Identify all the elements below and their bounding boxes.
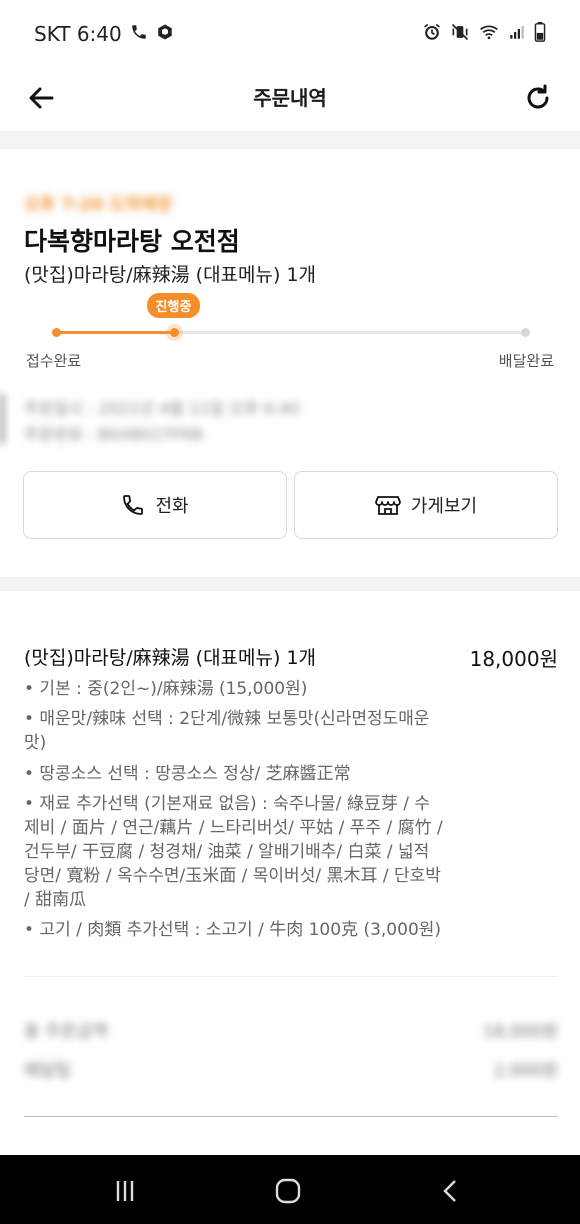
progress-current-dot — [169, 328, 179, 337]
status-right — [422, 22, 546, 46]
status-badge: 진행중 — [146, 293, 201, 318]
order-number: 주문번호 : B0XB01TFRB — [24, 425, 203, 444]
separator — [24, 1116, 558, 1117]
home-button[interactable] — [270, 1173, 306, 1209]
status-left: SKT 6:40 — [34, 22, 174, 46]
wifi-icon — [478, 22, 500, 46]
order-date: 주문일시 : 2021년 4월 11일 오후 6:40 — [24, 399, 300, 418]
mute-vibrate-icon — [450, 22, 470, 46]
recent-apps-button[interactable] — [107, 1173, 143, 1209]
eta-text: 오후 7:20 도착예정 — [24, 195, 172, 215]
store-name: 다복향마라탕 오전점 — [24, 227, 240, 256]
phone-icon — [123, 495, 144, 515]
home-icon — [275, 1178, 301, 1204]
chevron-left-icon — [443, 1180, 456, 1202]
option-line: • 고기 / 肉類 추가선택 : 소고기 / 牛肉 100克 (3,000원) — [24, 920, 442, 940]
option-line: • 땅콩소스 선택 : 땅콩소스 정상/ 芝麻醬正常 — [24, 764, 351, 784]
section-divider — [0, 577, 580, 591]
alarm-icon — [422, 22, 442, 46]
progress-track — [52, 328, 530, 337]
system-nav-bar — [0, 1155, 580, 1224]
recent-apps-icon — [116, 1181, 134, 1201]
system-back-button[interactable] — [432, 1173, 468, 1209]
store-view-button[interactable]: 가게보기 — [294, 471, 558, 539]
option-line: • 재료 추가선택 (기본재료 없음) : 숙주나물/ 綠豆芽 / 수제비 / … — [24, 794, 443, 910]
item-name: (맛집)마라탕/麻辣湯 (대표메뉴) 1개 — [24, 647, 317, 669]
progress-fill — [56, 331, 174, 334]
delivery-fee-row: 배달팁 2,000원 — [24, 1056, 558, 1081]
phone-icon — [130, 22, 148, 46]
delivery-fee-value: 2,000원 — [493, 1061, 558, 1081]
meta-accent-bar — [0, 394, 4, 444]
option-line: • 매운맛/辣味 선택 : 2단계/微辣 보통맛(신라면정도매운맛) — [24, 709, 430, 753]
cube-icon — [156, 22, 174, 46]
option-line: • 기본 : 중(2인~)/麻辣湯 (15,000원) — [24, 679, 308, 699]
separator — [24, 976, 558, 977]
refresh-button[interactable] — [520, 80, 556, 116]
order-summary: (맛집)마라탕/麻辣湯 (대표메뉴) 1개 — [24, 264, 317, 286]
call-button-label: 전화 — [155, 496, 189, 517]
status-bar: SKT 6:40 — [0, 0, 580, 68]
carrier-time: SKT 6:40 — [34, 22, 122, 46]
order-total-label: 총 주문금액 — [24, 1022, 108, 1042]
order-total-row: 총 주문금액 18,000원 — [24, 1017, 558, 1042]
signal-icon — [508, 23, 526, 45]
delivery-fee-label: 배달팁 — [24, 1061, 71, 1081]
section-divider — [0, 131, 580, 149]
app-header: 주문내역 — [0, 68, 580, 130]
step-label-start: 접수완료 — [26, 352, 82, 370]
step-label-end: 배달완료 — [498, 352, 554, 370]
call-button[interactable]: 전화 — [23, 471, 287, 539]
progress-start-dot — [52, 328, 61, 337]
battery-icon — [534, 22, 546, 46]
store-icon — [374, 496, 401, 515]
refresh-icon — [527, 84, 549, 109]
store-button-label: 가게보기 — [410, 496, 478, 517]
page-title: 주문내역 — [253, 86, 327, 110]
progress-end-dot — [521, 328, 530, 337]
item-price: 18,000원 — [469, 647, 558, 671]
order-total-value: 18,000원 — [482, 1022, 558, 1042]
